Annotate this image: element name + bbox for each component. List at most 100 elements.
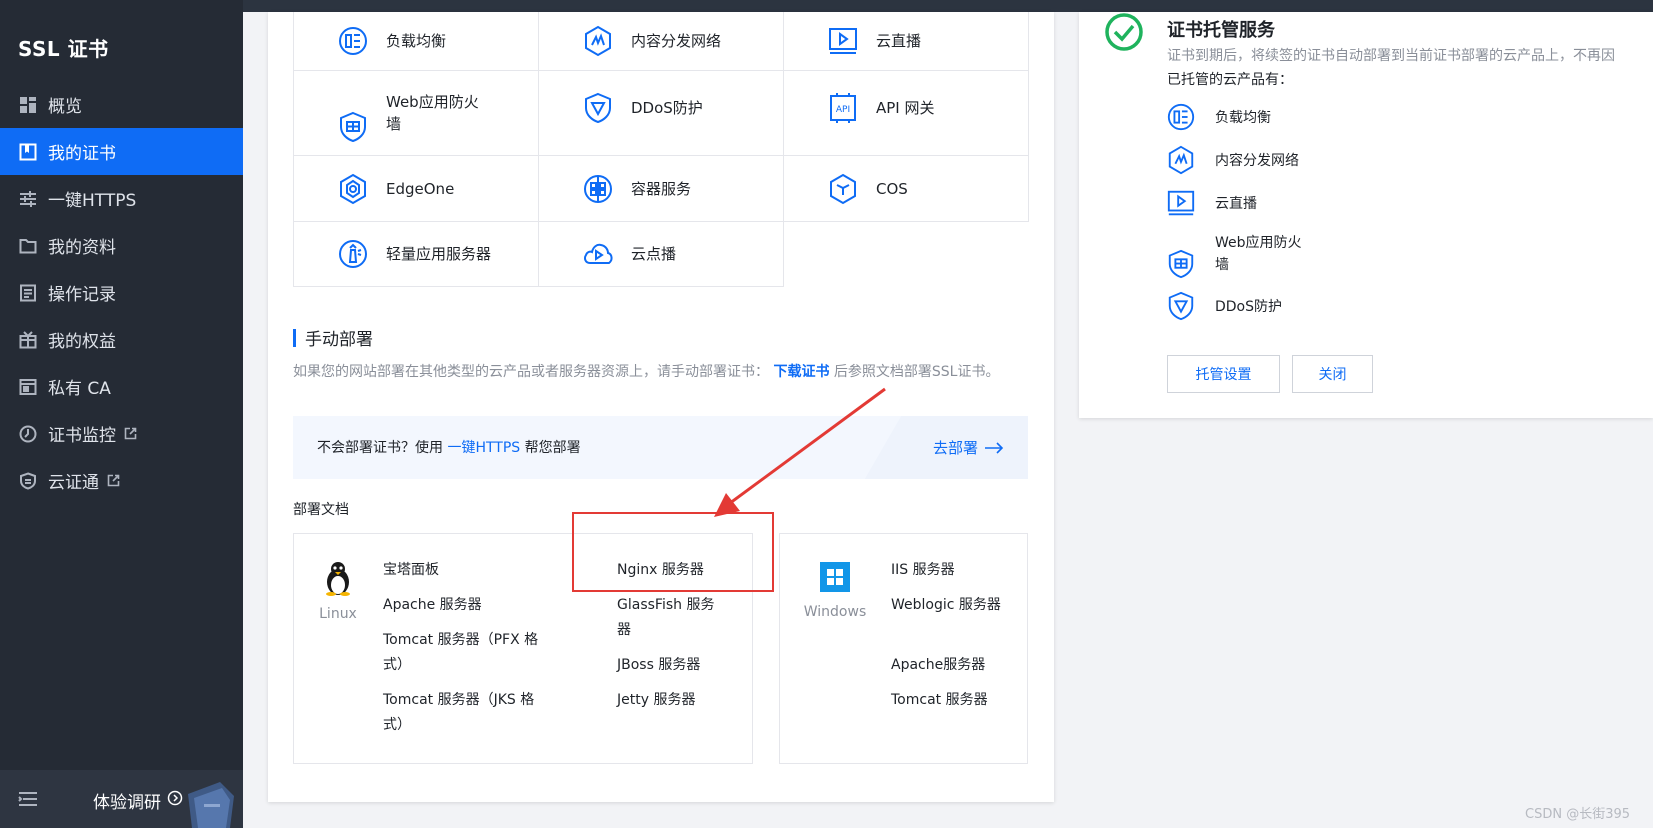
sidebar-item-my-materials[interactable]: 我的资料 <box>0 222 243 269</box>
doc-windows-tomcat[interactable]: Tomcat 服务器 <box>891 688 988 713</box>
collapse-menu-icon[interactable] <box>18 790 38 812</box>
cos-icon <box>826 172 860 206</box>
hosted-live-stream: 云直播 <box>1165 187 1257 219</box>
doc-windows-apache[interactable]: Apache服务器 <box>891 653 985 678</box>
doc-jetty[interactable]: Jetty 服务器 <box>617 688 695 713</box>
doc-apache[interactable]: Apache 服务器 <box>383 593 482 618</box>
product-edgeone[interactable]: EdgeOne <box>293 156 539 222</box>
product-ddos[interactable]: DDoS防护 <box>539 71 784 156</box>
ca-icon <box>18 377 38 397</box>
linux-os: Linux <box>313 560 363 622</box>
sidebar-footer: 体验调研 <box>0 770 243 828</box>
waf-icon <box>336 110 370 144</box>
sidebar-item-label: 私有 CA <box>48 379 111 399</box>
linux-penguin-icon <box>313 560 363 600</box>
sidebar-item-label: 我的权益 <box>48 332 116 352</box>
top-bar <box>0 0 1653 12</box>
title-accent-bar <box>293 328 296 347</box>
vod-icon <box>581 237 615 271</box>
edgeone-icon <box>336 172 370 206</box>
sidebar-item-cert-monitor[interactable]: 证书监控 <box>0 410 243 457</box>
gift-icon <box>18 330 38 350</box>
product-label: EdgeOne <box>386 179 455 198</box>
product-waf[interactable]: Web应用防火墙 <box>293 71 539 156</box>
banner-text: 不会部署证书？使用 一键HTTPS 帮您部署 <box>317 437 581 457</box>
sidebar-item-one-click-https[interactable]: 一键HTTPS <box>0 175 243 222</box>
success-check-icon <box>1103 11 1145 57</box>
sidebar-item-overview[interactable]: 概览 <box>0 81 243 128</box>
sidebar-item-operation-log[interactable]: 操作记录 <box>0 269 243 316</box>
watermark: CSDN @长街395 <box>1525 807 1631 822</box>
waf-icon <box>1165 248 1197 280</box>
product-label: 容器服务 <box>631 179 692 198</box>
dashboard-icon <box>18 95 38 115</box>
hosted-label: 云直播 <box>1215 196 1257 212</box>
hosted-cdn: 内容分发网络 <box>1165 144 1299 176</box>
doc-iis[interactable]: IIS 服务器 <box>891 558 955 583</box>
product-load-balancer[interactable]: 负载均衡 <box>293 12 539 71</box>
log-icon <box>18 283 38 303</box>
ddos-icon <box>581 91 615 125</box>
doc-glassfish[interactable]: GlassFish 服务器 <box>617 593 727 643</box>
hosting-settings-button[interactable]: 托管设置 <box>1167 355 1280 393</box>
product-api-gateway[interactable]: API API 网关 <box>784 71 1029 156</box>
sidebar-item-yunzhengtong[interactable]: 云证通 <box>0 457 243 504</box>
svg-text:API: API <box>836 105 850 115</box>
doc-tomcat-jks[interactable]: Tomcat 服务器（JKS 格式） <box>383 688 553 738</box>
product-label: COS <box>876 179 908 198</box>
external-link-icon <box>107 474 121 488</box>
sidebar-item-my-certificates[interactable]: 我的证书 <box>0 128 243 175</box>
doc-weblogic[interactable]: Weblogic 服务器 <box>891 593 1011 618</box>
product-cos[interactable]: COS <box>784 156 1029 222</box>
product-label: 负载均衡 <box>386 32 447 50</box>
load-balancer-icon <box>1165 101 1197 133</box>
download-cert-link[interactable]: 下载证书 <box>773 364 829 380</box>
product-container[interactable]: 容器服务 <box>539 156 784 222</box>
close-button[interactable]: 关闭 <box>1292 355 1373 393</box>
sidebar-item-private-ca[interactable]: 私有 CA <box>0 363 243 410</box>
sidebar-item-label: 概览 <box>48 97 82 117</box>
hosted-label: 内容分发网络 <box>1215 153 1299 169</box>
sidebar: SSL 证书 概览 我的证书 一键HTTPS 我的资料 操作记录 我的权益 私有… <box>0 0 243 828</box>
survey-link[interactable]: 体验调研 <box>93 788 183 813</box>
deploy-docs-label: 部署文档 <box>293 502 349 518</box>
product-label: 云点播 <box>631 245 677 263</box>
arrow-right-icon <box>984 441 1004 454</box>
external-link-icon <box>124 427 138 441</box>
one-click-https-link[interactable]: 一键HTTPS <box>447 440 520 456</box>
certificate-icon <box>18 142 38 162</box>
survey-label: 体验调研 <box>93 793 161 813</box>
windows-logo-icon <box>820 562 850 596</box>
shield-icon <box>18 471 38 491</box>
product-vod[interactable]: 云点播 <box>539 222 784 287</box>
api-gateway-icon: API <box>826 91 860 125</box>
sidebar-item-label: 我的资料 <box>48 238 116 258</box>
product-label: API 网关 <box>876 99 935 117</box>
product-lighthouse[interactable]: 轻量应用服务器 <box>293 222 539 287</box>
ddos-icon <box>1165 290 1197 322</box>
desc-suffix: 后参照文档部署SSL证书。 <box>833 364 1000 380</box>
product-cdn[interactable]: 内容分发网络 <box>539 12 784 71</box>
manual-deploy-title: 手动部署 <box>293 325 373 350</box>
hosting-desc: 证书到期后，将续签的证书自动部署到当前证书部署的云产品上，不再因 <box>1167 48 1615 64</box>
doc-tomcat-pfx[interactable]: Tomcat 服务器（PFX 格式） <box>383 628 553 678</box>
sidebar-item-label: 证书监控 <box>48 426 116 446</box>
banner-suffix: 帮您部署 <box>524 440 581 456</box>
go-deploy-button[interactable]: 去部署 <box>933 437 1004 458</box>
product-label: Web应用防火墙 <box>386 93 479 133</box>
doc-jboss[interactable]: JBoss 服务器 <box>617 653 700 678</box>
sidebar-item-my-benefits[interactable]: 我的权益 <box>0 316 243 363</box>
cdn-icon <box>1165 144 1197 176</box>
product-live-stream[interactable]: 云直播 <box>784 12 1029 71</box>
product-label: DDoS防护 <box>631 99 703 117</box>
product-label: 轻量应用服务器 <box>386 245 492 263</box>
sidebar-item-label: 操作记录 <box>48 285 116 305</box>
doc-nginx[interactable]: Nginx 服务器 <box>617 558 704 583</box>
sidebar-item-label: 云证通 <box>48 473 99 493</box>
section-title-text: 手动部署 <box>305 330 373 350</box>
container-icon <box>581 172 615 206</box>
linux-label: Linux <box>319 606 357 622</box>
hosted-load-balancer: 负载均衡 <box>1165 101 1271 133</box>
doc-baota[interactable]: 宝塔面板 <box>383 558 439 583</box>
live-stream-icon <box>826 24 860 58</box>
